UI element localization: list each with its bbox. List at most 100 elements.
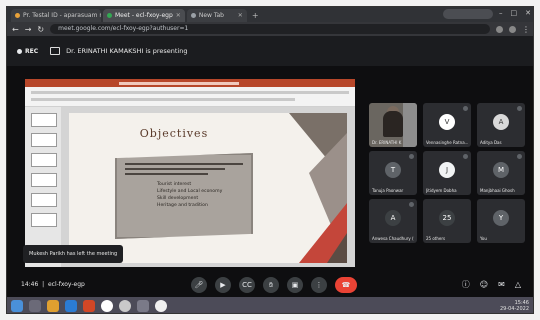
participant-tile[interactable]: Dr. ERINATHI K <box>369 103 417 147</box>
mic-muted-icon <box>517 106 522 111</box>
recording-indicator: REC <box>17 48 38 55</box>
slide-decoration <box>289 113 347 263</box>
tab-favicon-icon <box>190 13 196 18</box>
extension-icon[interactable] <box>496 25 503 33</box>
tab-close-icon[interactable]: ✕ <box>238 9 243 22</box>
browser-tab-3[interactable]: New Tab ✕ <box>186 9 247 22</box>
participant-tile[interactable]: V Vennasinghe Ratna... <box>423 103 471 147</box>
slide-thumbnail[interactable] <box>31 153 57 167</box>
tab-favicon-icon <box>15 13 20 18</box>
start-icon[interactable] <box>11 300 23 312</box>
chrome-icon[interactable] <box>155 300 167 312</box>
recording-label: REC <box>25 47 39 55</box>
info-icon[interactable]: ⓘ <box>462 279 470 291</box>
chrome-icon[interactable] <box>101 300 113 312</box>
close-window-icon[interactable]: ✕ <box>525 9 531 17</box>
present-icon[interactable]: ▣ <box>287 277 303 293</box>
address-bar: ← → ↻ meet.google.com/ecl-fxoy-egp?authu… <box>7 22 533 36</box>
menu-kebab-icon[interactable]: ⋮ <box>522 25 530 34</box>
tab-favicon-icon <box>107 13 112 18</box>
search-icon[interactable] <box>29 300 41 312</box>
side-panel-buttons: ⓘ ☺ ✉ △ <box>462 279 521 291</box>
browser-tab-bar: Pr. Testal ID - aparasuam ronsege ✕ Meet… <box>7 7 533 22</box>
hand-icon[interactable]: ✋︎ <box>263 277 279 293</box>
browser-tab-2[interactable]: Meet - ecl-fxoy-egp ✕ <box>103 9 185 22</box>
more-icon[interactable]: ⋮ <box>311 277 327 293</box>
bullet-item: Heritage and tradition <box>157 203 208 208</box>
meeting-info: 14:46 | ecl-fxoy-egp <box>21 281 85 288</box>
activities-icon[interactable]: △ <box>515 279 521 291</box>
browser-tab-1[interactable]: Pr. Testal ID - aparasuam ronsege ✕ <box>11 9 101 22</box>
participant-tile[interactable]: T Tanuja Paonwar <box>369 151 417 195</box>
participant-name: 25 others <box>426 236 446 241</box>
presenting-text: Dr. ERINATHI KAMAKSHI is presenting <box>66 47 188 55</box>
tray-date: 29-04-2022 <box>499 306 529 312</box>
new-tab-icon[interactable]: + <box>249 9 262 22</box>
tab-close-icon[interactable]: ✕ <box>176 9 181 22</box>
avatar: A <box>493 114 509 131</box>
presenting-banner: Dr. ERINATHI KAMAKSHI is presenting <box>50 47 187 55</box>
participant-tile[interactable]: 25 25 others <box>423 199 471 243</box>
mic-icon[interactable]: 🎤︎ <box>191 277 207 293</box>
window-controls: – □ ✕ <box>499 9 531 17</box>
participant-tile[interactable]: A Anwesa Chaudhury (you) <box>369 199 417 243</box>
bullet-item: Lifestyle and Local economy <box>157 189 223 194</box>
mic-muted-icon <box>409 154 414 159</box>
participant-tile[interactable]: Y You <box>477 199 525 243</box>
bullet-item: Tourist interest <box>157 182 192 187</box>
slide-thumbnail[interactable] <box>31 173 57 187</box>
slide-paragraph <box>125 163 243 177</box>
participant-name: Anwesa Chaudhury (you) <box>372 236 414 241</box>
forward-icon[interactable]: → <box>25 25 32 34</box>
presentation-icon <box>50 47 61 55</box>
participant-name: Vennasinghe Ratna... <box>426 140 468 145</box>
avatar: T <box>385 162 401 179</box>
os-taskbar: 15:46 29-04-2022 <box>7 297 533 313</box>
url-field[interactable]: meet.google.com/ecl-fxoy-egp?authuser=1 <box>50 24 490 34</box>
participant-tile[interactable]: M Manjbhaai Ghosh <box>477 151 525 195</box>
file-explorer-icon[interactable] <box>47 300 59 312</box>
captions-icon[interactable]: CC <box>239 277 255 293</box>
people-icon[interactable]: ☺ <box>480 279 488 291</box>
slide-canvas: Objectives Tourist interest Lifestyle an… <box>61 107 355 267</box>
back-icon[interactable]: ← <box>12 25 19 34</box>
powerpoint-icon[interactable] <box>83 300 95 312</box>
control-buttons: 🎤︎ ▶ CC ✋︎ ▣ ⋮ ☎︎ <box>191 277 357 293</box>
chat-icon[interactable]: ✉ <box>498 279 505 291</box>
participant-video <box>383 111 403 137</box>
left-meeting-toast: Mukesh Parikh has left the meeting <box>23 245 123 263</box>
meeting-code: ecl-fxoy-egp <box>47 281 85 288</box>
avatar: A <box>385 210 401 227</box>
participant-name: Aditya Das <box>480 140 502 145</box>
slide-thumbnail[interactable] <box>31 133 57 147</box>
mic-muted-icon <box>463 106 468 111</box>
participant-name: Dr. ERINATHI K <box>372 140 402 145</box>
minimize-icon[interactable]: – <box>499 9 503 17</box>
mic-muted-icon <box>409 202 414 207</box>
maximize-icon[interactable]: □ <box>511 9 518 17</box>
system-tray[interactable]: 15:46 29-04-2022 <box>500 300 529 312</box>
avatar: V <box>439 114 455 131</box>
slide: Objectives Tourist interest Lifestyle an… <box>69 113 347 263</box>
participant-tile[interactable]: J Jitidyem Dobha <box>423 151 471 195</box>
reload-icon[interactable]: ↻ <box>37 25 44 34</box>
chrome-icon[interactable] <box>119 300 131 312</box>
screen-frame: Pr. Testal ID - aparasuam ronsege ✕ Meet… <box>6 6 534 314</box>
bullet-item: Skill development <box>157 196 199 201</box>
powerpoint-titlebar <box>25 79 355 87</box>
app-icon[interactable] <box>137 300 149 312</box>
slide-thumbnail[interactable] <box>31 213 57 227</box>
slide-thumbnails <box>25 107 61 267</box>
camera-icon[interactable]: ▶ <box>215 277 231 293</box>
profile-chip[interactable] <box>443 9 493 19</box>
slide-thumbnail[interactable] <box>31 113 57 127</box>
meet-header: REC Dr. ERINATHI KAMAKSHI is presenting <box>7 36 533 66</box>
end-call-icon[interactable]: ☎︎ <box>335 277 357 293</box>
profile-avatar-icon[interactable] <box>509 25 516 33</box>
shared-screen: Objectives Tourist interest Lifestyle an… <box>25 79 355 267</box>
word-icon[interactable] <box>65 300 77 312</box>
mic-muted-icon <box>463 154 468 159</box>
slide-thumbnail[interactable] <box>31 193 57 207</box>
participant-tile[interactable]: A Aditya Das <box>477 103 525 147</box>
slide-bullets: Tourist interest Lifestyle and Local eco… <box>157 181 251 209</box>
